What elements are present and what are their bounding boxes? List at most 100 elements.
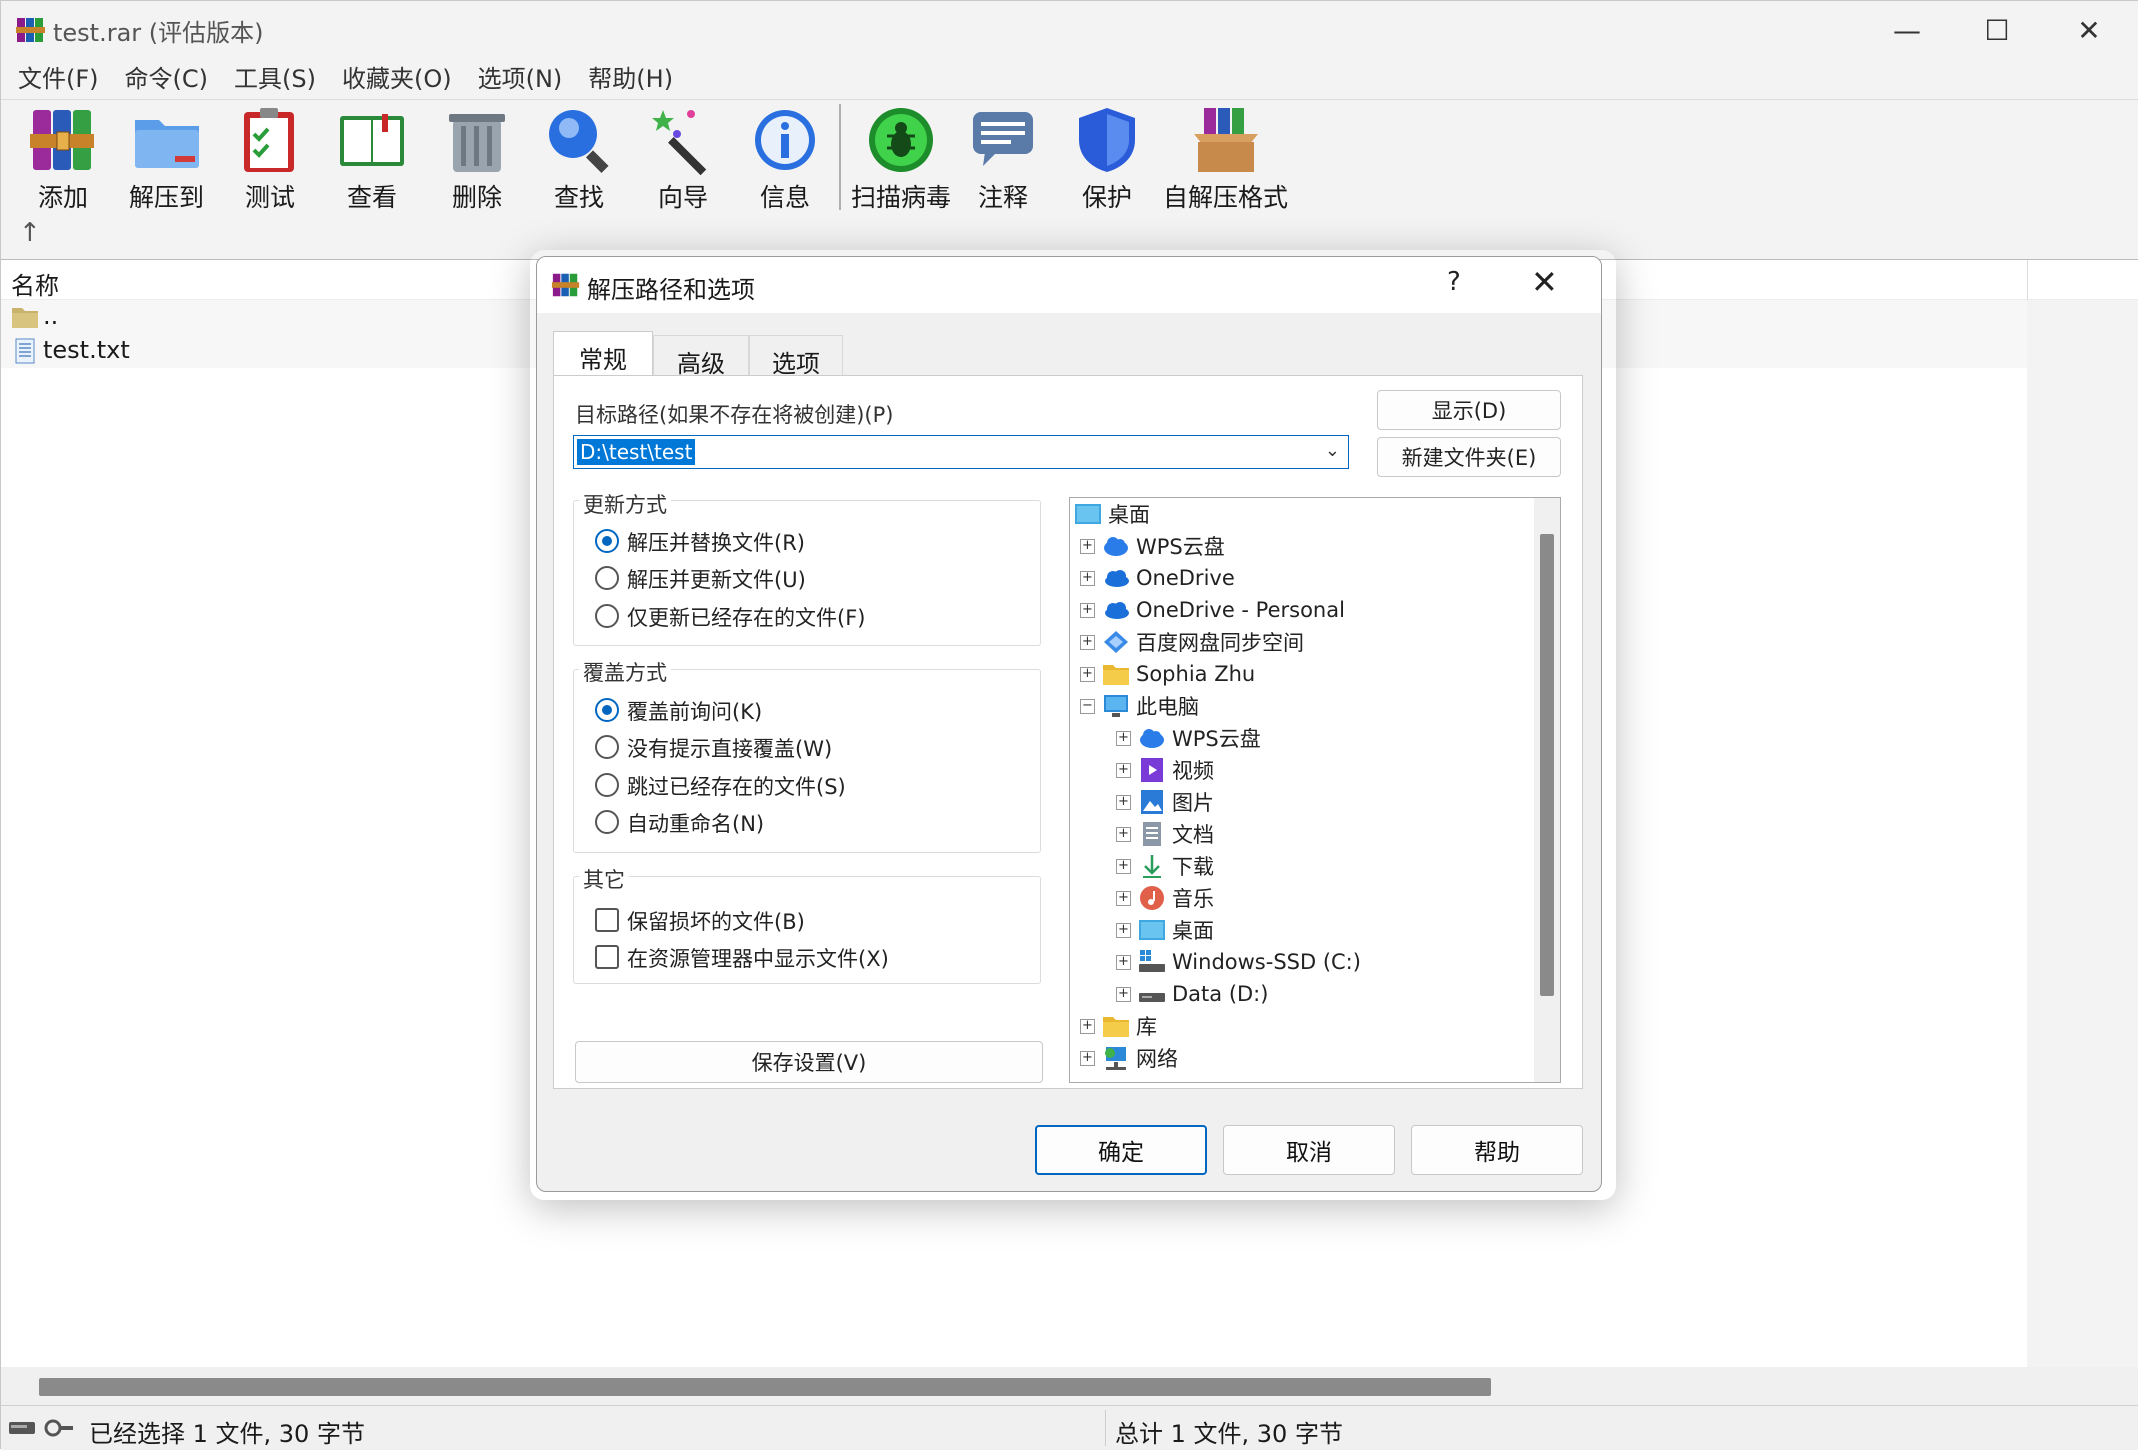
expand-icon[interactable]: + bbox=[1080, 666, 1095, 682]
save-settings-button[interactable]: 保存设置(V) bbox=[575, 1041, 1043, 1083]
extract-to-button[interactable]: 解压到 bbox=[129, 104, 204, 216]
add-label: 添加 bbox=[37, 183, 88, 212]
expand-icon[interactable]: + bbox=[1080, 634, 1095, 650]
expand-icon[interactable]: + bbox=[1116, 954, 1131, 970]
tree-node-pc-desktop[interactable]: + 桌面 bbox=[1116, 914, 1214, 946]
checkbox-show-in-explorer[interactable] bbox=[595, 945, 619, 969]
maximize-button[interactable]: ☐ bbox=[1951, 1, 2043, 59]
add-button[interactable]: 添加 bbox=[27, 104, 99, 216]
cloud-icon bbox=[1104, 537, 1128, 556]
tree-node-documents[interactable]: + 文档 bbox=[1116, 818, 1214, 850]
tab-advanced[interactable]: 高级 bbox=[653, 335, 749, 378]
tree-node-libraries[interactable]: + 库 bbox=[1080, 1010, 1157, 1042]
expand-icon[interactable]: + bbox=[1116, 762, 1131, 778]
tree-node-user-folder[interactable]: + Sophia Zhu bbox=[1080, 658, 1255, 690]
expand-icon[interactable]: + bbox=[1116, 794, 1131, 810]
tree-node-network[interactable]: + 网络 bbox=[1080, 1042, 1178, 1074]
up-folder-icon[interactable]: ↑ bbox=[19, 218, 41, 248]
winrar-logo-icon bbox=[16, 18, 45, 42]
wizard-button[interactable]: 向导 bbox=[647, 104, 719, 216]
test-button[interactable]: 测试 bbox=[234, 104, 306, 216]
ok-button[interactable]: 确定 bbox=[1035, 1125, 1207, 1175]
tree-node-baidu[interactable]: + 百度网盘同步空间 bbox=[1080, 626, 1304, 658]
tree-node-drive-c[interactable]: + Windows-SSD (C:) bbox=[1116, 946, 1361, 978]
delete-button[interactable]: 删除 bbox=[441, 104, 513, 216]
radio-extract-update[interactable] bbox=[595, 566, 619, 590]
radio-auto-rename[interactable] bbox=[595, 810, 619, 834]
comment-button[interactable]: 注释 bbox=[967, 104, 1039, 216]
dialog-title-bar: 解压路径和选项 ? ✕ bbox=[537, 257, 1601, 313]
show-button[interactable]: 显示(D) bbox=[1377, 390, 1561, 430]
radio-ask-before-overwrite[interactable] bbox=[595, 698, 619, 722]
radio-update-existing[interactable] bbox=[595, 604, 619, 628]
help-question-icon[interactable]: ? bbox=[1447, 267, 1461, 297]
find-button[interactable]: 查找 bbox=[543, 104, 615, 216]
destination-path-combo[interactable]: D:\test\test ⌄ bbox=[573, 435, 1349, 469]
menu-help[interactable]: 帮助(H) bbox=[575, 59, 686, 99]
radio-extract-replace[interactable] bbox=[595, 529, 619, 553]
tab-general[interactable]: 常规 bbox=[553, 331, 653, 375]
checkbox-keep-broken-files[interactable] bbox=[595, 908, 619, 932]
drive-icon bbox=[1139, 993, 1165, 1002]
scrollbar-thumb[interactable] bbox=[39, 1378, 1491, 1396]
expand-icon[interactable]: + bbox=[1116, 890, 1131, 906]
folder-tree[interactable]: 桌面 + WPS云盘 + OneDrive + OneDrive - Perso… bbox=[1069, 497, 1561, 1083]
tree-node-this-pc[interactable]: − 此电脑 bbox=[1080, 690, 1199, 722]
tree-label: 音乐 bbox=[1172, 887, 1214, 911]
expand-icon[interactable]: + bbox=[1116, 826, 1131, 842]
expand-icon[interactable]: + bbox=[1080, 1050, 1095, 1066]
collapse-icon[interactable]: − bbox=[1080, 698, 1095, 714]
tree-node-downloads[interactable]: + 下载 bbox=[1116, 850, 1214, 882]
tree-node-drive-d[interactable]: + Data (D:) bbox=[1116, 978, 1268, 1010]
expand-icon[interactable]: + bbox=[1080, 538, 1095, 554]
text-file-icon bbox=[15, 338, 35, 364]
protect-button[interactable]: 保护 bbox=[1071, 104, 1143, 216]
menu-commands[interactable]: 命令(C) bbox=[112, 59, 221, 99]
new-folder-button[interactable]: 新建文件夹(E) bbox=[1377, 437, 1561, 477]
cancel-button[interactable]: 取消 bbox=[1223, 1125, 1395, 1175]
info-button[interactable]: 信息 bbox=[749, 104, 821, 216]
add-archive-icon bbox=[30, 110, 94, 170]
radio-overwrite-without-prompt[interactable] bbox=[595, 735, 619, 759]
tab-options[interactable]: 选项 bbox=[749, 335, 843, 378]
tree-node-onedrive-personal[interactable]: + OneDrive - Personal bbox=[1080, 594, 1345, 626]
expand-icon[interactable]: + bbox=[1116, 922, 1131, 938]
tree-node-desktop[interactable]: 桌面 bbox=[1074, 498, 1150, 530]
help-button[interactable]: 帮助 bbox=[1411, 1125, 1583, 1175]
tree-node-pc-wps-cloud[interactable]: + WPS云盘 bbox=[1116, 722, 1261, 754]
expand-icon[interactable]: + bbox=[1116, 986, 1131, 1002]
expand-icon[interactable]: + bbox=[1116, 858, 1131, 874]
chevron-down-icon[interactable]: ⌄ bbox=[1325, 440, 1340, 461]
scrollbar-thumb[interactable] bbox=[1540, 534, 1554, 996]
horizontal-scrollbar[interactable] bbox=[1, 1367, 2138, 1405]
magnifier-icon bbox=[549, 110, 609, 173]
menu-options[interactable]: 选项(N) bbox=[465, 59, 576, 99]
dialog-close-icon[interactable]: ✕ bbox=[1531, 263, 1558, 301]
selection-status: 已经选择 1 文件, 30 字节 bbox=[89, 1420, 365, 1448]
tree-node-onedrive[interactable]: + OneDrive bbox=[1080, 562, 1235, 594]
expand-icon[interactable]: + bbox=[1080, 1018, 1095, 1034]
tree-node-videos[interactable]: + 视频 bbox=[1116, 754, 1214, 786]
tree-node-pictures[interactable]: + 图片 bbox=[1116, 786, 1214, 818]
minimize-button[interactable]: — bbox=[1861, 1, 1953, 59]
radio-skip-existing[interactable] bbox=[595, 773, 619, 797]
expand-icon[interactable]: + bbox=[1116, 730, 1131, 746]
tree-vertical-scrollbar[interactable] bbox=[1534, 498, 1560, 1082]
option-label: 仅更新已经存在的文件(F) bbox=[627, 606, 866, 630]
menu-tools[interactable]: 工具(S) bbox=[221, 59, 329, 99]
document-icon bbox=[1143, 822, 1161, 846]
view-button[interactable]: 查看 bbox=[336, 104, 408, 216]
expand-icon[interactable]: + bbox=[1080, 570, 1095, 586]
close-button[interactable]: ✕ bbox=[2043, 1, 2135, 59]
drive-key-icon[interactable] bbox=[7, 1416, 75, 1440]
tree-node-wps-cloud[interactable]: + WPS云盘 bbox=[1080, 530, 1225, 562]
column-separator[interactable] bbox=[2027, 260, 2028, 300]
column-name-header[interactable]: 名称 bbox=[11, 266, 59, 301]
menu-favorites[interactable]: 收藏夹(O) bbox=[329, 59, 465, 99]
tree-node-music[interactable]: + 音乐 bbox=[1116, 882, 1214, 914]
scan-virus-button[interactable]: 扫描病毒 bbox=[851, 104, 951, 216]
menu-file[interactable]: 文件(F) bbox=[5, 59, 112, 99]
sfx-button[interactable]: 自解压格式 bbox=[1163, 104, 1288, 216]
find-label: 查找 bbox=[553, 183, 604, 212]
expand-icon[interactable]: + bbox=[1080, 602, 1095, 618]
